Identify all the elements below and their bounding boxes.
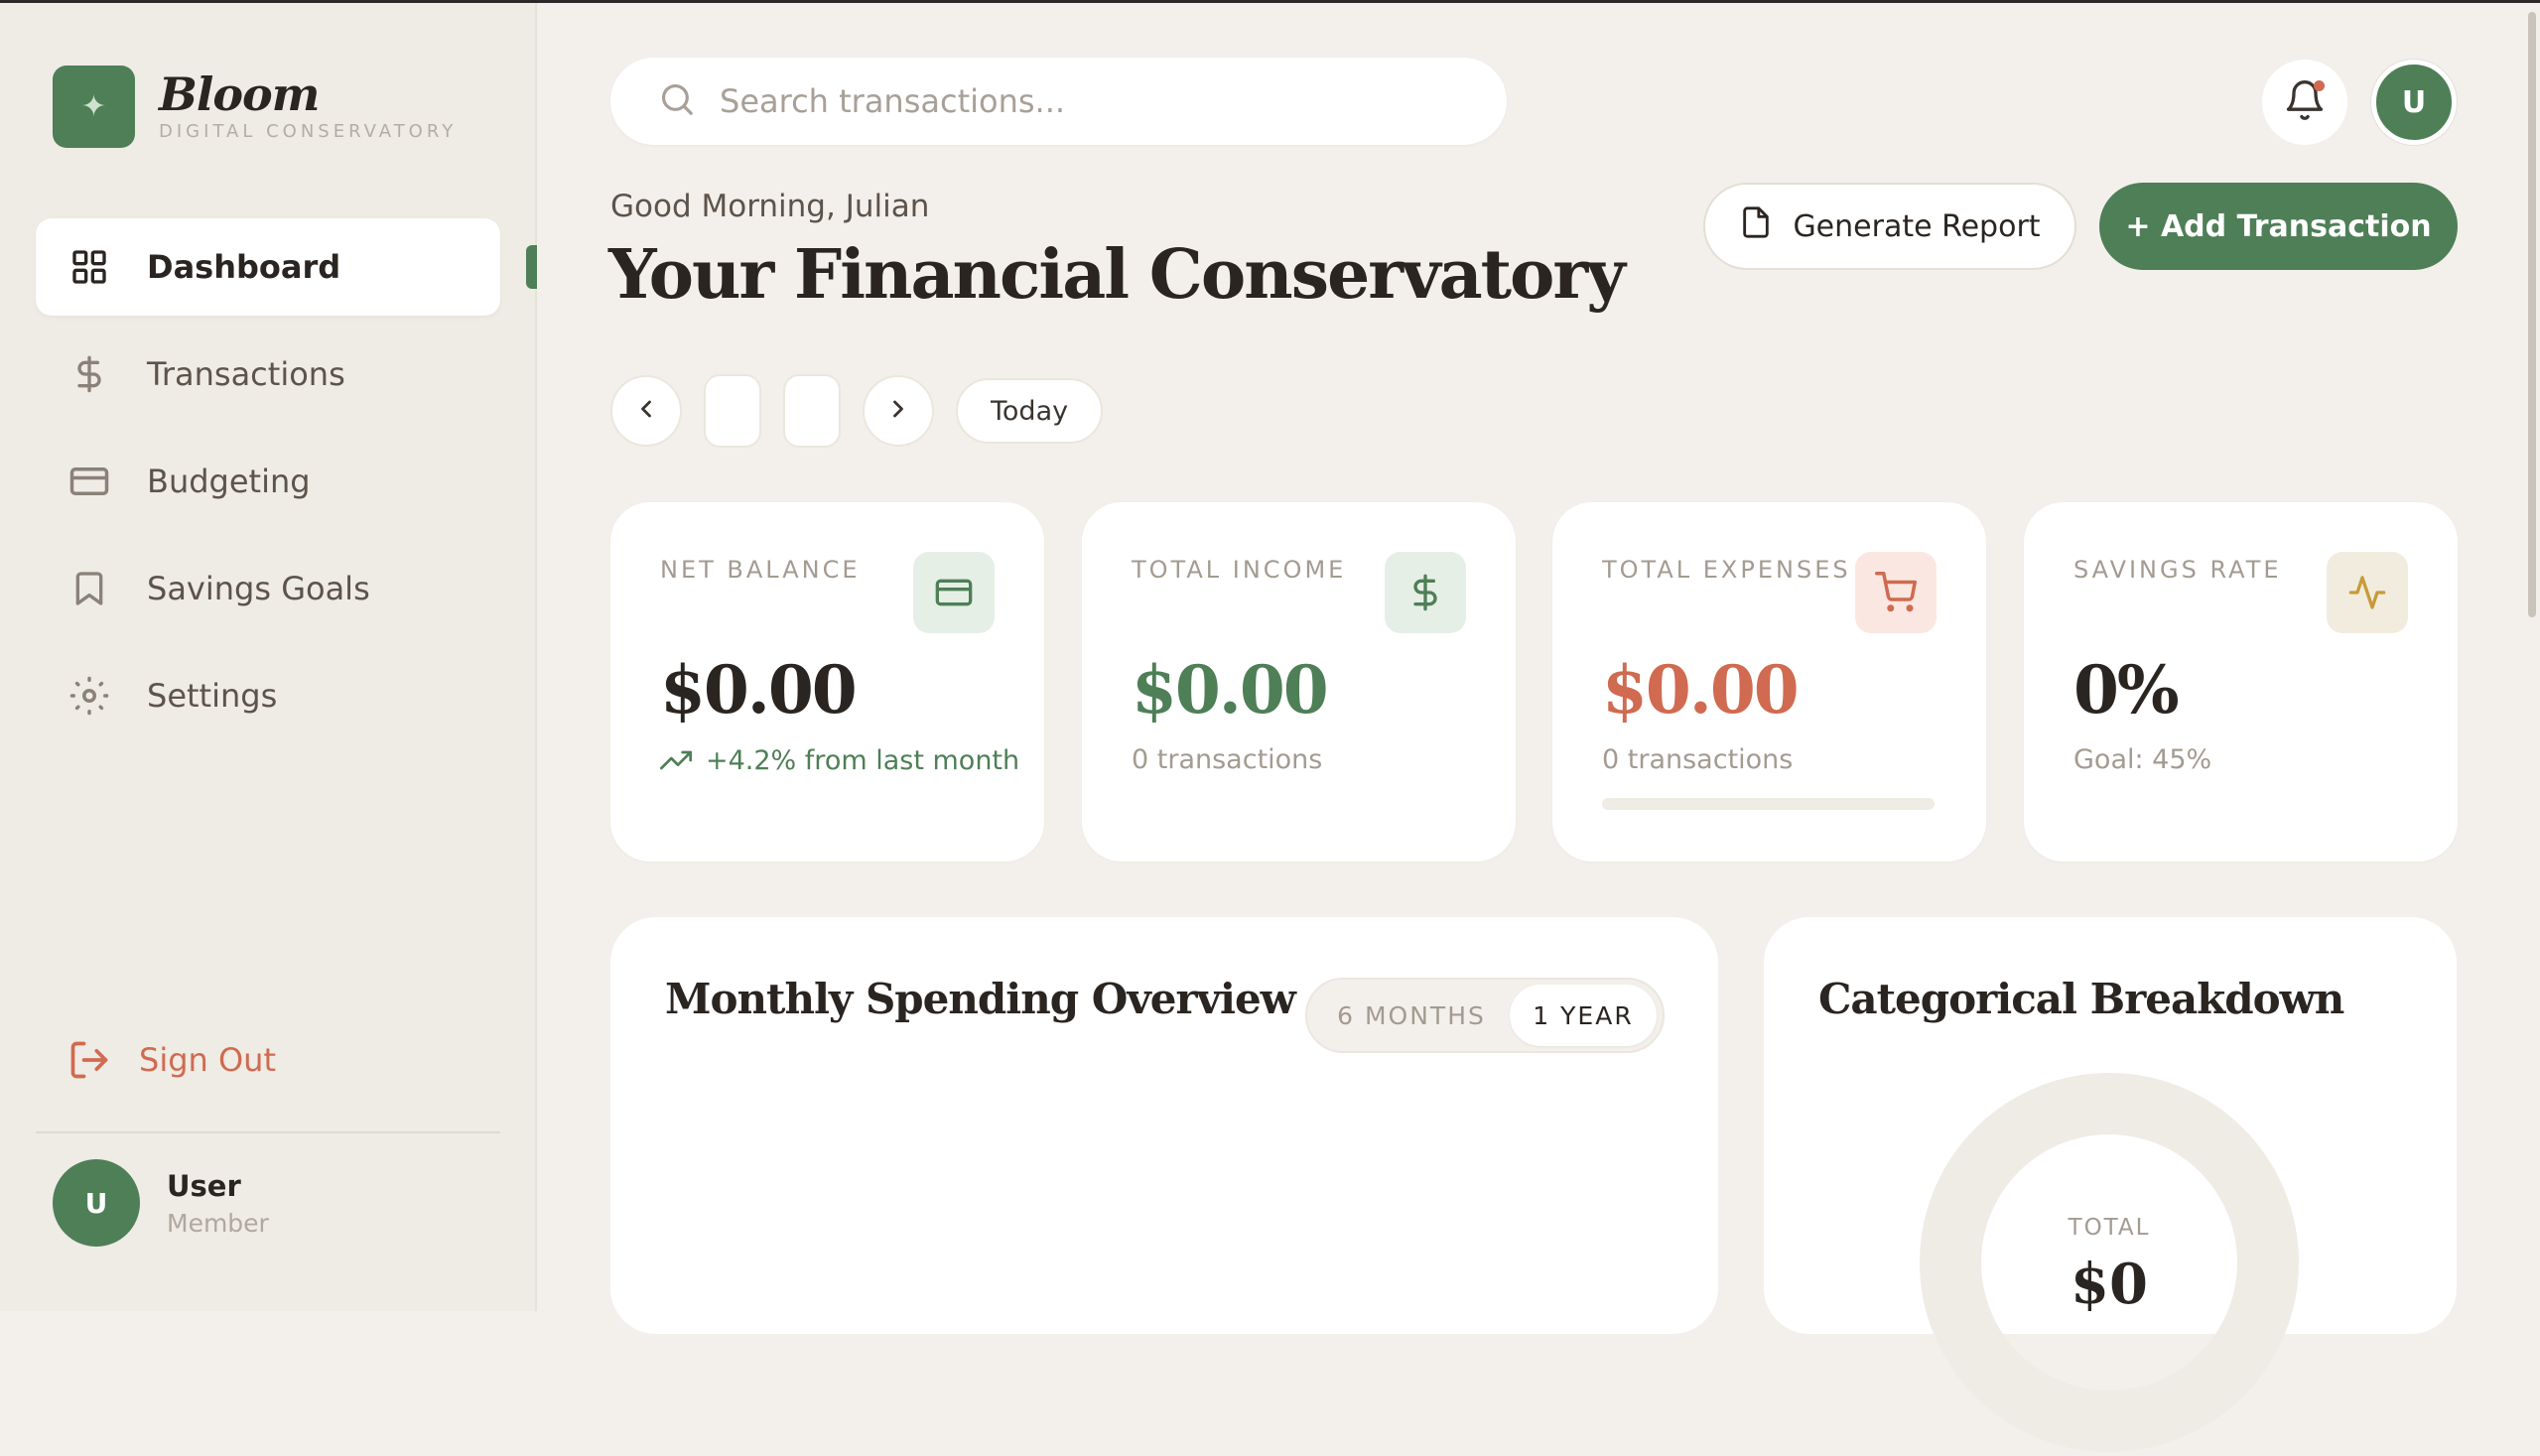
- search-icon: [658, 80, 696, 122]
- gear-icon: [67, 674, 111, 718]
- scrollbar-thumb[interactable]: [2528, 12, 2536, 617]
- net-balance-card: NET BALANCE $0.00 +4.2% from last month: [610, 502, 1044, 861]
- card-icon: [913, 552, 995, 633]
- search-bar[interactable]: [610, 58, 1507, 145]
- toggle-6-months[interactable]: 6 MONTHS: [1313, 985, 1510, 1046]
- sidebar-item-label: Savings Goals: [147, 570, 370, 607]
- panel-title: Monthly Spending Overview: [665, 975, 1296, 1023]
- sidebar-nav: Dashboard Transactions Budgeting Savings…: [36, 218, 500, 754]
- stat-value: $0.00: [660, 651, 858, 728]
- notification-dot: [2314, 80, 2325, 91]
- sidebar-item-label: Settings: [147, 677, 278, 715]
- active-nav-marker: [526, 245, 537, 289]
- brand-name: Bloom: [159, 67, 320, 121]
- sidebar-item-transactions[interactable]: Transactions: [36, 326, 500, 423]
- sign-out-icon: [67, 1038, 111, 1082]
- greeting: Good Morning, Julian: [610, 189, 930, 224]
- period-toggle: 6 MONTHS 1 YEAR: [1305, 978, 1665, 1053]
- sidebar-item-savings-goals[interactable]: Savings Goals: [36, 540, 500, 637]
- date-navigator: Today: [610, 374, 1104, 448]
- add-transaction-button[interactable]: + Add Transaction: [2099, 183, 2458, 270]
- monthly-spending-panel: Monthly Spending Overview 6 MONTHS 1 YEA…: [610, 917, 1718, 1334]
- stat-sub: +4.2% from last month: [706, 744, 1020, 776]
- stat-sub: Goal: 45%: [2073, 744, 2212, 775]
- sidebar: ✦ Bloom DIGITAL CONSERVATORY Dashboard T…: [0, 3, 537, 1311]
- year-selector[interactable]: [783, 374, 841, 448]
- donut-total-label: TOTAL: [2068, 1215, 2151, 1241]
- avatar: U: [53, 1159, 140, 1247]
- toggle-1-year[interactable]: 1 YEAR: [1510, 985, 1657, 1046]
- stat-sub: 0 transactions: [1602, 744, 1794, 775]
- cart-icon: [1855, 552, 1937, 633]
- notifications-button[interactable]: [2262, 60, 2347, 145]
- user-profile[interactable]: U User Member: [53, 1159, 269, 1247]
- sidebar-item-label: Transactions: [147, 355, 345, 393]
- dollar-icon: [1385, 552, 1466, 633]
- total-expenses-card: TOTAL EXPENSES $0.00 0 transactions: [1552, 502, 1986, 861]
- previous-period-button[interactable]: [610, 375, 682, 447]
- brand-subtitle: DIGITAL CONSERVATORY: [159, 121, 458, 142]
- chevron-right-icon: [884, 395, 912, 427]
- stat-sub: 0 transactions: [1132, 744, 1323, 775]
- sidebar-item-label: Dashboard: [147, 248, 341, 286]
- user-role: Member: [167, 1208, 269, 1238]
- savings-rate-card: SAVINGS RATE 0% Goal: 45%: [2024, 502, 2458, 861]
- stat-trend: +4.2% from last month: [660, 744, 1019, 776]
- trending-up-icon: [660, 744, 692, 776]
- activity-icon: [2327, 552, 2408, 633]
- sidebar-divider: [36, 1131, 500, 1133]
- generate-report-label: Generate Report: [1793, 208, 2041, 244]
- donut-total-value: $0: [2071, 1252, 2148, 1317]
- generate-report-button[interactable]: Generate Report: [1703, 183, 2076, 270]
- sidebar-item-label: Budgeting: [147, 463, 311, 500]
- search-input[interactable]: [718, 81, 1472, 121]
- avatar[interactable]: U: [2371, 60, 2457, 145]
- stat-value: $0.00: [1132, 651, 1329, 728]
- chevron-left-icon: [632, 395, 660, 427]
- stat-value: $0.00: [1602, 651, 1800, 728]
- user-name: User: [167, 1168, 241, 1203]
- brand-logo-icon: ✦: [53, 66, 135, 148]
- page-title: Your Financial Conservatory: [608, 235, 1626, 315]
- categorical-breakdown-panel: Categorical Breakdown TOTAL $0: [1764, 917, 2457, 1452]
- next-period-button[interactable]: [863, 375, 934, 447]
- grid-icon: [67, 245, 111, 289]
- sidebar-item-budgeting[interactable]: Budgeting: [36, 433, 500, 530]
- expenses-progress-bar: [1602, 798, 1935, 810]
- sidebar-item-settings[interactable]: Settings: [36, 647, 500, 744]
- today-button[interactable]: Today: [956, 378, 1104, 444]
- sidebar-item-dashboard[interactable]: Dashboard: [36, 218, 500, 316]
- panel-title: Categorical Breakdown: [1818, 975, 2344, 1023]
- stat-value: 0%: [2073, 651, 2180, 728]
- donut-chart: TOTAL $0: [1920, 1073, 2299, 1452]
- total-income-card: TOTAL INCOME $0.00 0 transactions: [1082, 502, 1516, 861]
- dollar-icon: [67, 352, 111, 396]
- sign-out-label: Sign Out: [139, 1041, 276, 1079]
- sign-out-button[interactable]: Sign Out: [67, 1038, 276, 1082]
- credit-card-icon: [67, 460, 111, 503]
- month-selector[interactable]: [704, 374, 761, 448]
- document-icon: [1739, 205, 1773, 247]
- bookmark-icon: [67, 567, 111, 610]
- brand[interactable]: ✦ Bloom DIGITAL CONSERVATORY: [53, 66, 457, 148]
